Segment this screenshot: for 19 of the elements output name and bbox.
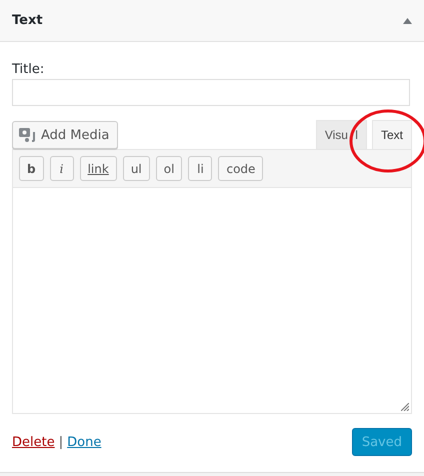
widget-title: Text [12, 13, 43, 28]
format-button[interactable]: ol [156, 156, 182, 181]
format-button[interactable]: ul [122, 156, 150, 181]
media-icon [19, 127, 36, 143]
done-link[interactable]: Done [67, 434, 102, 450]
collapse-arrow-icon[interactable] [403, 18, 412, 24]
editor-tab[interactable]: Visu l [316, 120, 367, 149]
field-label: Title: [12, 62, 46, 77]
format-button[interactable]: b [19, 156, 44, 181]
format-button[interactable]: link [80, 156, 117, 181]
title-field[interactable] [12, 79, 410, 106]
add-media-button[interactable]: Add Media [12, 121, 118, 149]
resize-handle-icon[interactable] [401, 403, 409, 411]
format-button[interactable]: code [218, 156, 264, 181]
editor-tab[interactable]: Text [372, 120, 412, 149]
format-button[interactable]: i [50, 156, 74, 181]
delete-link[interactable]: Delete [12, 434, 55, 450]
separator: | [58, 434, 64, 450]
format-button[interactable]: li [188, 156, 212, 181]
